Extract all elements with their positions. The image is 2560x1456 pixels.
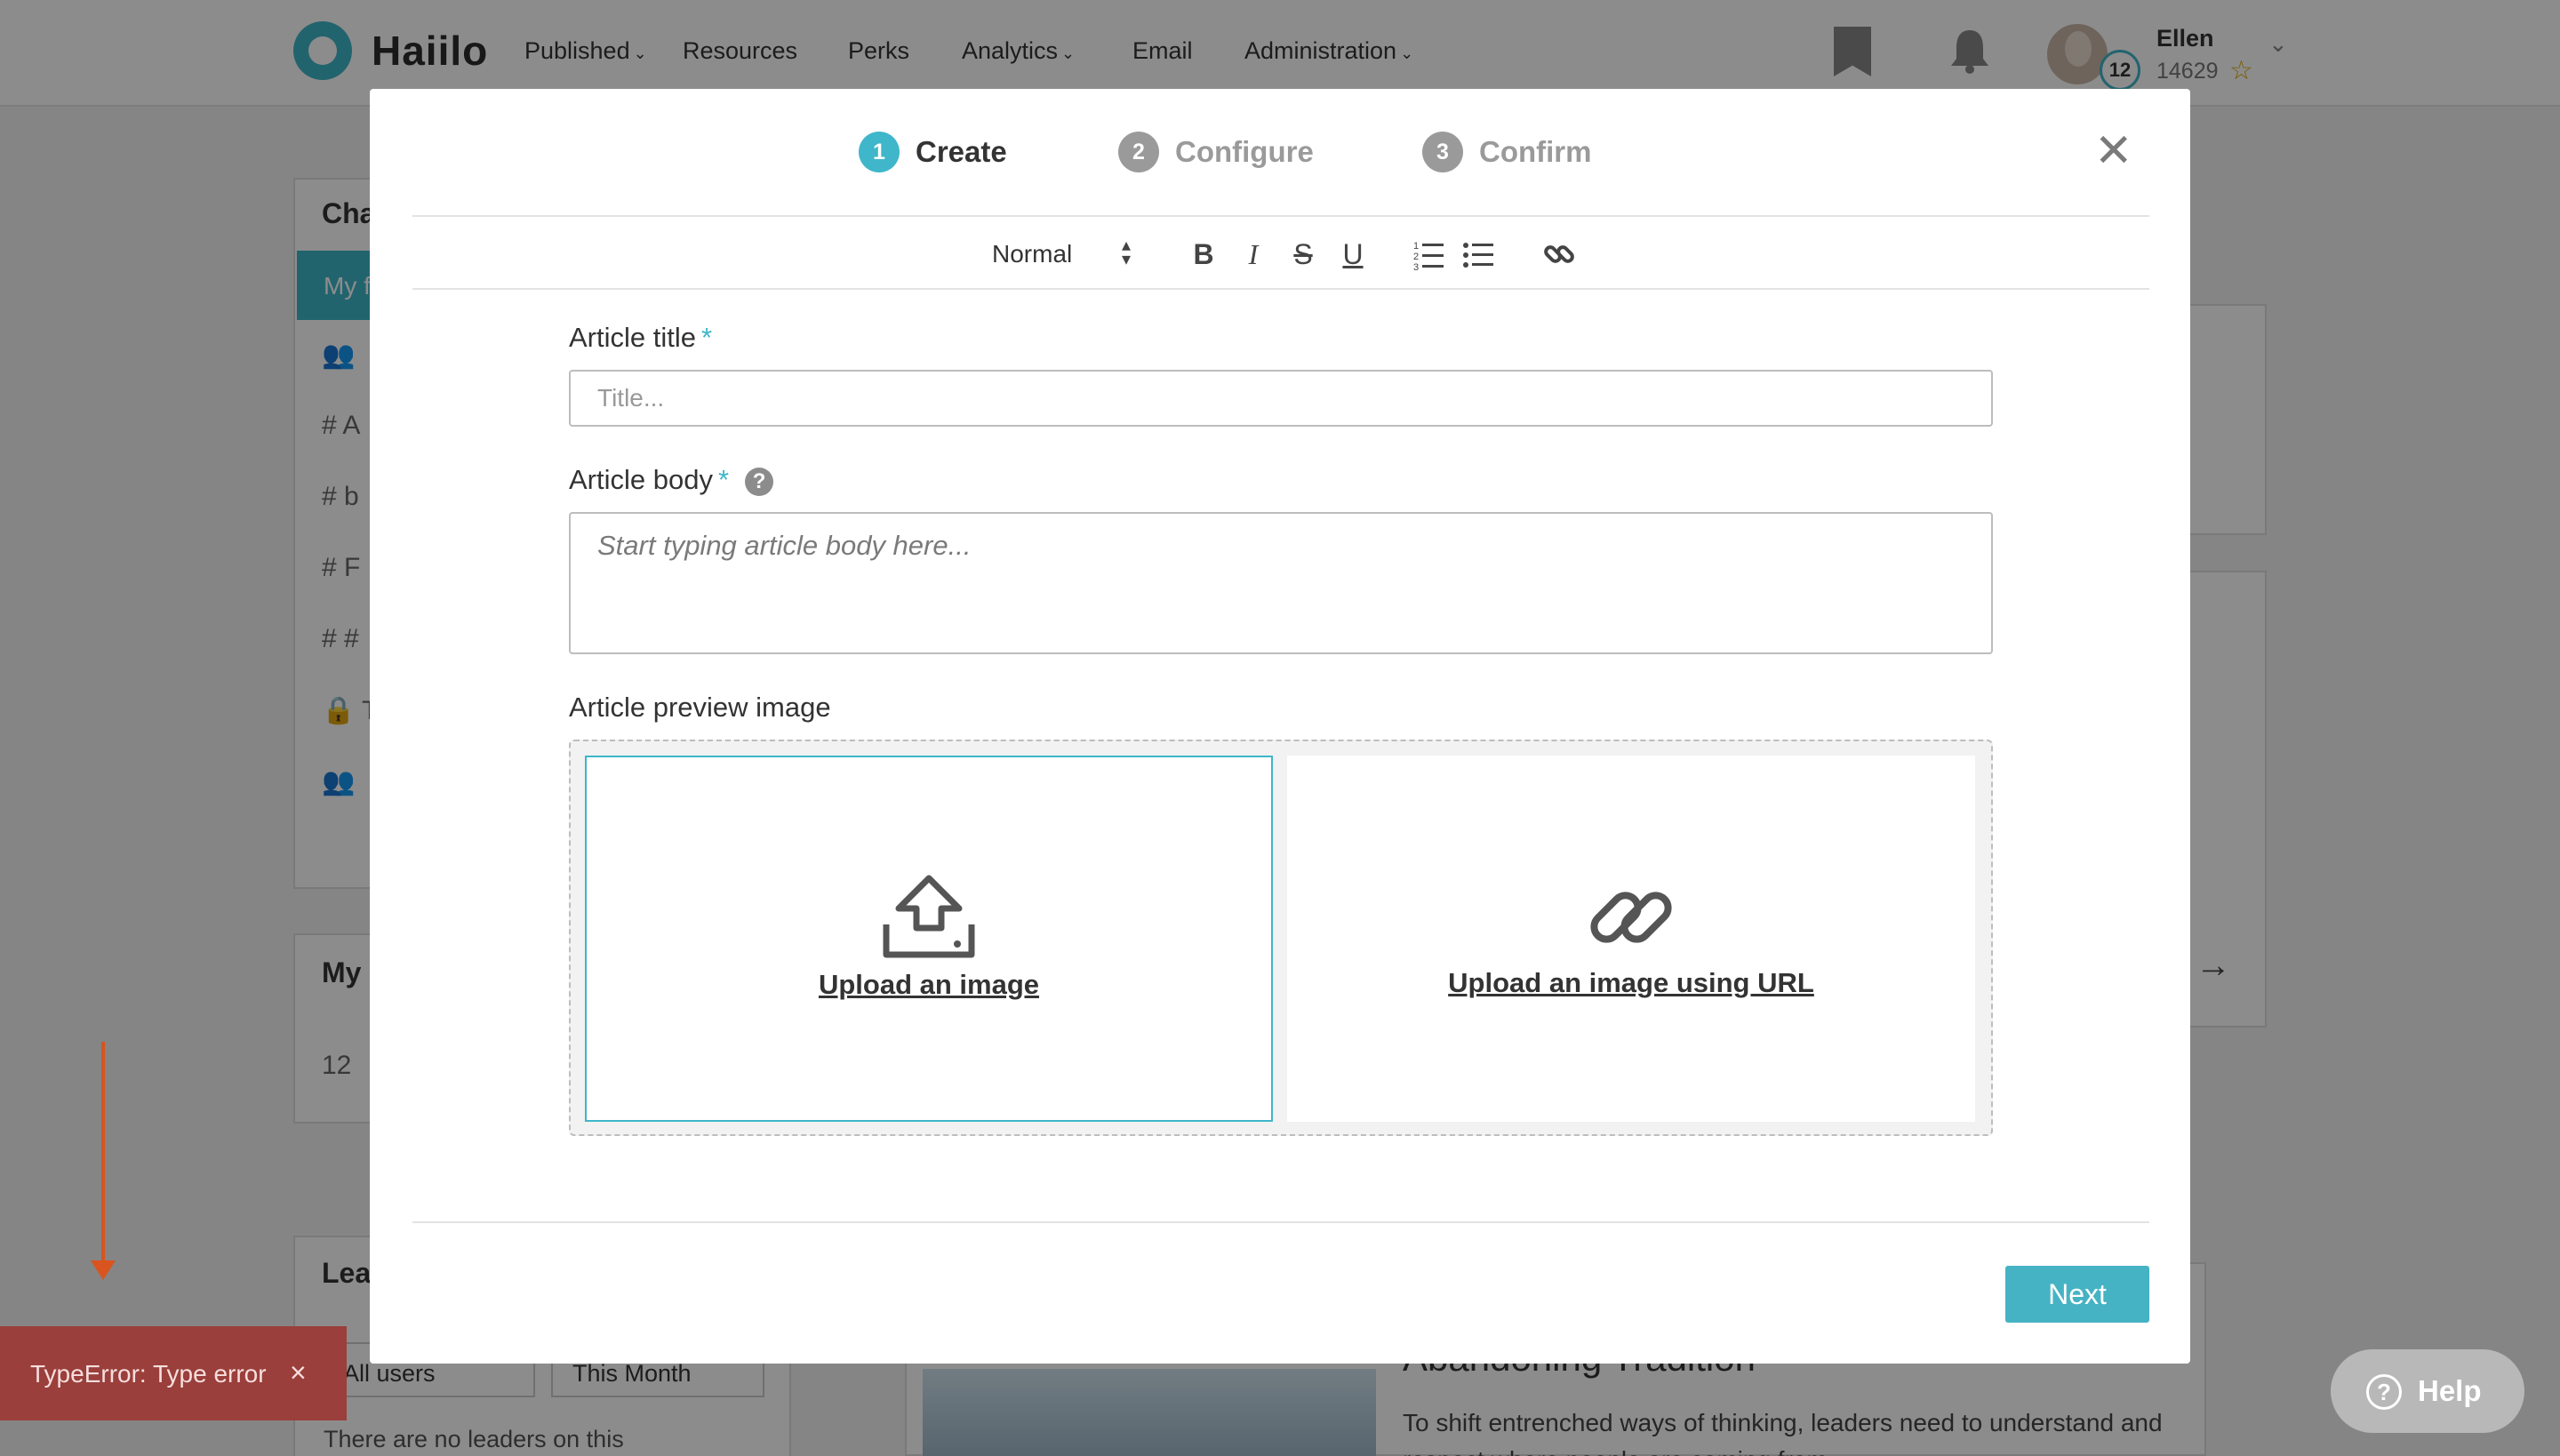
svg-text:1: 1 [1413,241,1419,252]
step-confirm: 3 Confirm [1422,132,1592,172]
select-arrows-icon[interactable]: ▴ ▾ [1122,236,1131,268]
divider [412,1221,2149,1223]
upload-icon [883,875,975,958]
article-body-input[interactable] [569,512,1993,654]
help-label: Help [2418,1374,2482,1407]
article-body-label: Article body *? [569,464,774,496]
article-title-label: Article title * [569,322,713,353]
annotation-arrow [91,1042,116,1280]
svg-text:3: 3 [1413,262,1419,272]
upload-image-label[interactable]: Upload an image [587,969,1271,1001]
bold-button[interactable]: B [1186,236,1221,272]
help-icon[interactable]: ? [745,467,774,496]
close-icon[interactable]: ✕ [2094,128,2133,174]
upload-image-url-label[interactable]: Upload an image using URL [1287,967,1975,999]
italic-button[interactable]: I [1236,236,1271,272]
strikethrough-button[interactable]: S [1285,236,1321,272]
required-mark: * [717,464,730,495]
error-toast: TypeError: Type error × [0,1326,347,1420]
create-article-modal: 1 Create 2 Configure 3 Confirm ✕ Normal … [370,89,2190,1364]
article-title-input[interactable] [569,370,1993,427]
link-icon[interactable] [1541,236,1577,272]
error-message: TypeError: Type error [30,1360,267,1388]
article-preview-image-label: Article preview image [569,692,831,723]
required-mark: * [700,322,713,353]
divider [412,288,2149,290]
link-icon [1590,892,1672,943]
upload-image-button[interactable]: Upload an image [585,756,1273,1122]
close-icon[interactable]: × [290,1356,307,1389]
editor-toolbar: Normal ▴ ▾ B I S U 1 2 3 [370,233,2190,277]
next-button[interactable]: Next [2005,1266,2149,1323]
underline-button[interactable]: U [1335,236,1371,272]
image-upload-zone: Upload an image Upload an image using UR… [569,740,1993,1136]
step-create: 1 Create [859,132,1007,172]
format-select[interactable]: Normal [992,240,1072,268]
question-icon: ? [2366,1374,2402,1410]
upload-image-url-button[interactable]: Upload an image using URL [1287,756,1975,1122]
ordered-list-icon[interactable]: 1 2 3 [1412,236,1447,272]
svg-text:2: 2 [1413,252,1419,262]
bullet-list-icon[interactable] [1461,236,1497,272]
step-configure: 2 Configure [1118,132,1314,172]
divider [412,215,2149,217]
help-button[interactable]: ? Help [2331,1349,2524,1433]
